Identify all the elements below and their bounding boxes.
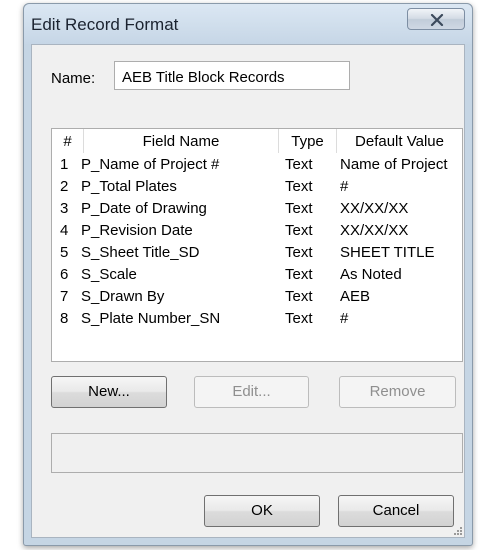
type-cell: Text — [285, 266, 313, 283]
row-number: 1 — [60, 156, 69, 173]
row-number: 5 — [60, 244, 69, 261]
table-row[interactable]: 1 P_Name of Project # Text Name of Proje… — [52, 154, 462, 176]
type-cell: Text — [285, 310, 313, 327]
name-label: Name: — [51, 70, 96, 87]
table-row[interactable]: 5 S_Sheet Title_SD Text SHEET TITLE — [52, 242, 462, 264]
default-value-cell: # — [340, 310, 349, 327]
field-name-cell: P_Total Plates — [81, 178, 177, 195]
table-row[interactable]: 2 P_Total Plates Text # — [52, 176, 462, 198]
type-cell: Text — [285, 244, 313, 261]
default-value-cell: Name of Project — [340, 156, 448, 173]
name-input[interactable] — [114, 61, 350, 90]
field-name-cell: S_Sheet Title_SD — [81, 244, 200, 261]
row-number: 4 — [60, 222, 69, 239]
default-value-cell: # — [340, 178, 349, 195]
field-name-cell: P_Date of Drawing — [81, 200, 207, 217]
cancel-button[interactable]: Cancel — [338, 495, 454, 527]
table-header: # Field Name Type Default Value — [52, 129, 462, 153]
field-name-cell: P_Name of Project # — [81, 156, 220, 173]
dialog-client-area: Name: # Field Name Type Default Value 1 … — [31, 44, 465, 538]
default-value-cell: SHEET TITLE — [340, 244, 435, 261]
type-cell: Text — [285, 200, 313, 217]
status-box — [51, 433, 463, 473]
type-cell: Text — [285, 156, 313, 173]
new-button[interactable]: New... — [51, 376, 167, 408]
row-number: 2 — [60, 178, 69, 195]
close-button[interactable] — [407, 8, 465, 30]
table-row[interactable]: 7 S_Drawn By Text AEB — [52, 286, 462, 308]
table-row[interactable]: 3 P_Date of Drawing Text XX/XX/XX — [52, 198, 462, 220]
close-icon — [430, 14, 444, 26]
default-value-cell: AEB — [340, 288, 371, 305]
default-value-cell: XX/XX/XX — [340, 200, 409, 217]
field-name-cell: S_Drawn By — [81, 288, 165, 305]
default-value-cell: XX/XX/XX — [340, 222, 409, 239]
type-cell: Text — [285, 288, 313, 305]
field-name-cell: S_Scale — [81, 266, 137, 283]
column-header-type[interactable]: Type — [278, 129, 336, 153]
row-number: 3 — [60, 200, 69, 217]
field-name-cell: S_Plate Number_SN — [81, 310, 221, 327]
table-row[interactable]: 6 S_Scale Text As Noted — [52, 264, 462, 286]
edit-record-format-dialog: Edit Record Format Name: # Field Name Ty… — [23, 3, 473, 546]
field-name-cell: P_Revision Date — [81, 222, 193, 239]
title-bar[interactable]: Edit Record Format — [24, 4, 472, 44]
row-number: 7 — [60, 288, 69, 305]
table-row[interactable]: 8 S_Plate Number_SN Text # — [52, 308, 462, 330]
type-cell: Text — [285, 178, 313, 195]
type-cell: Text — [285, 222, 313, 239]
row-number: 8 — [60, 310, 69, 327]
resize-grip-icon[interactable] — [453, 526, 463, 536]
column-header-number[interactable]: # — [52, 129, 83, 153]
column-header-field-name[interactable]: Field Name — [83, 129, 278, 153]
remove-button[interactable]: Remove — [339, 376, 456, 408]
column-header-default-value[interactable]: Default Value — [336, 129, 462, 153]
table-row[interactable]: 4 P_Revision Date Text XX/XX/XX — [52, 220, 462, 242]
ok-button[interactable]: OK — [204, 495, 320, 527]
row-number: 6 — [60, 266, 69, 283]
window-title: Edit Record Format — [31, 15, 179, 34]
default-value-cell: As Noted — [340, 266, 402, 283]
fields-table[interactable]: # Field Name Type Default Value 1 P_Name… — [51, 128, 463, 362]
edit-button[interactable]: Edit... — [194, 376, 309, 408]
